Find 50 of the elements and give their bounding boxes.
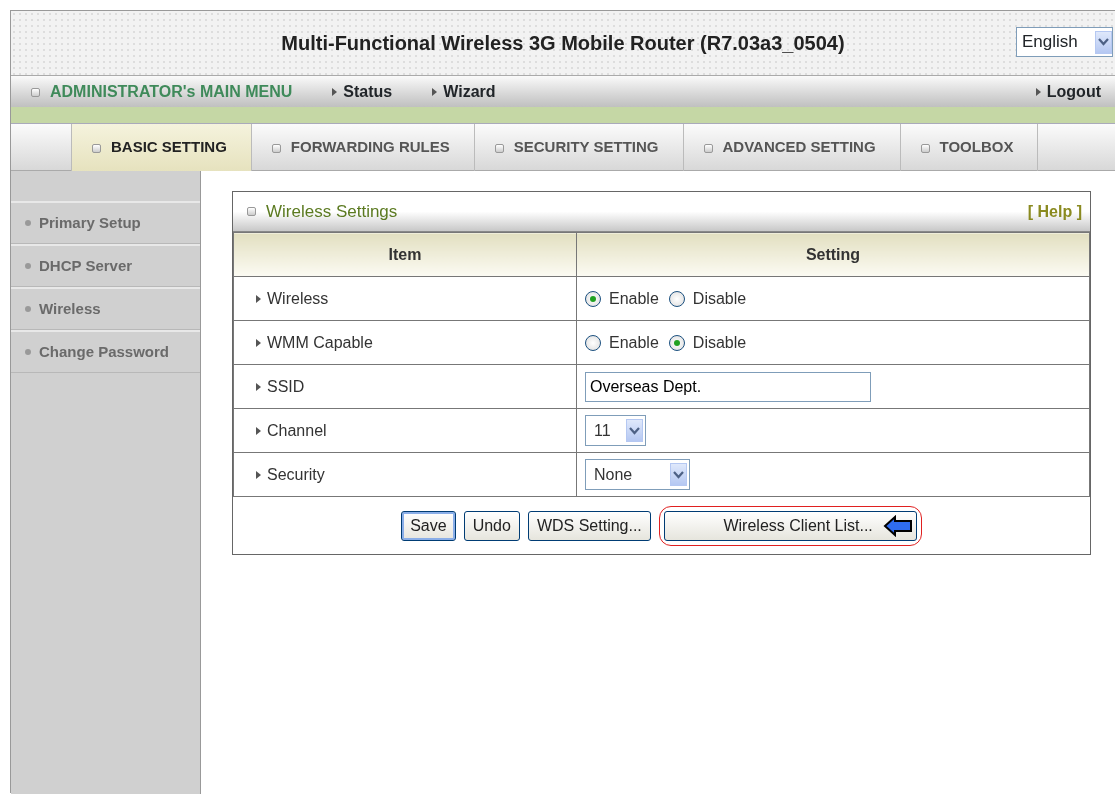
tab[interactable]: FORWARDING RULES bbox=[251, 124, 475, 171]
radio-button[interactable] bbox=[668, 334, 685, 351]
triangle-icon bbox=[256, 339, 261, 348]
radio-button[interactable] bbox=[585, 334, 601, 351]
triangle-icon bbox=[332, 88, 338, 97]
menu-square-icon bbox=[31, 87, 40, 97]
triangle-icon bbox=[256, 383, 261, 392]
action-button[interactable]: Save bbox=[401, 510, 456, 541]
tab[interactable]: BASIC SETTING bbox=[71, 124, 252, 171]
radio-button[interactable] bbox=[585, 290, 601, 307]
menu-link[interactable]: Status bbox=[343, 82, 393, 100]
logout-link[interactable]: Logout bbox=[1046, 82, 1101, 100]
menu-link[interactable]: Wizard bbox=[443, 82, 496, 100]
help-link[interactable]: [ Help ] bbox=[1027, 199, 1082, 224]
row-label: SSID bbox=[267, 377, 305, 395]
column-header: Item bbox=[233, 232, 577, 277]
select-field[interactable]: None bbox=[585, 459, 690, 490]
sidebar-item[interactable]: Primary Setup bbox=[11, 201, 200, 244]
radio-label: Enable bbox=[609, 289, 659, 307]
triangle-icon bbox=[256, 427, 261, 436]
action-button[interactable]: Undo bbox=[463, 510, 520, 541]
row-label: Channel bbox=[267, 421, 327, 439]
action-button[interactable]: Wireless Client List... bbox=[663, 510, 917, 541]
radio-button[interactable] bbox=[668, 290, 685, 307]
radio-label: Disable bbox=[692, 289, 747, 307]
page-title: Multi-Functional Wireless 3G Mobile Router (R7.03a3_0504) bbox=[281, 31, 845, 56]
radio-label: Disable bbox=[692, 333, 747, 351]
triangle-icon bbox=[256, 295, 261, 304]
sidebar-item[interactable]: DHCP Server bbox=[11, 244, 200, 287]
column-header: Setting bbox=[576, 232, 1090, 277]
tab[interactable]: ADVANCED SETTING bbox=[683, 124, 901, 171]
select-field[interactable]: 11 bbox=[585, 415, 646, 446]
row-label: Wireless bbox=[267, 289, 329, 307]
action-button[interactable]: WDS Setting... bbox=[527, 510, 651, 541]
tab[interactable]: TOOLBOX bbox=[900, 124, 1039, 171]
triangle-icon bbox=[1035, 88, 1041, 97]
arrow-icon bbox=[882, 514, 913, 537]
language-select[interactable]: English bbox=[1016, 27, 1113, 57]
triangle-icon bbox=[432, 88, 438, 97]
panel-square-icon bbox=[247, 207, 256, 216]
ssid-field[interactable]: Overseas Dept. bbox=[585, 371, 871, 402]
row-label: WMM Capable bbox=[267, 333, 373, 351]
panel-title: Wireless Settings bbox=[266, 200, 398, 223]
sidebar-item[interactable]: Change Password bbox=[11, 330, 200, 373]
tab[interactable]: SECURITY SETTING bbox=[474, 124, 684, 171]
sidebar-item[interactable]: Wireless bbox=[11, 287, 200, 330]
radio-label: Enable bbox=[609, 333, 659, 351]
row-label: Security bbox=[267, 465, 325, 483]
triangle-icon bbox=[256, 471, 261, 480]
main-menu-title: ADMINISTRATOR's MAIN MENU bbox=[50, 82, 293, 100]
